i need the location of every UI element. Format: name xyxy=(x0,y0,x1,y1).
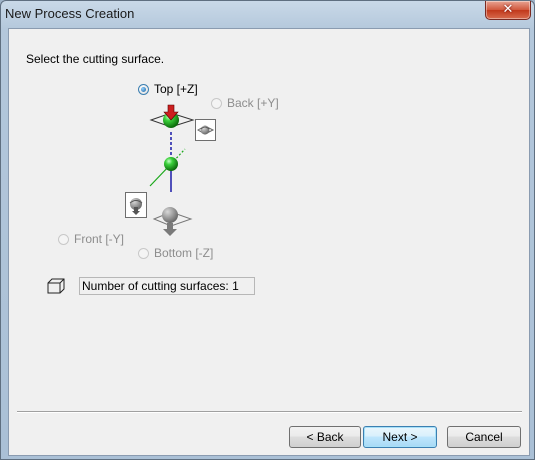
front-surface-icon xyxy=(125,192,147,218)
bottom-radio-dot[interactable] xyxy=(138,247,149,259)
front-surface-label: Front [-Y] xyxy=(74,232,125,246)
back-surface-radio[interactable]: Back [+Y] xyxy=(211,96,279,110)
title-bar[interactable]: New Process Creation ✕ xyxy=(1,1,534,27)
front-radio-dot[interactable] xyxy=(58,233,69,245)
dialog-window: New Process Creation ✕ Select the cuttin… xyxy=(0,0,535,460)
bottom-surface-radio[interactable]: Bottom [-Z] xyxy=(138,246,213,260)
top-surface-label: Top [+Z] xyxy=(154,82,198,96)
bottom-surface-label: Bottom [-Z] xyxy=(154,246,214,260)
separator xyxy=(17,411,522,413)
top-surface-radio[interactable]: Top [+Z] xyxy=(138,82,198,96)
dialog-content: Select the cutting surface. Top [+Z] Bac… xyxy=(8,28,530,456)
back-surface-label: Back [+Y] xyxy=(227,96,279,110)
close-button[interactable]: ✕ xyxy=(485,1,531,20)
back-radio-dot[interactable] xyxy=(211,97,222,109)
origin-sphere-icon xyxy=(164,157,178,171)
next-button[interactable]: Next > xyxy=(363,426,437,448)
top-radio-dot[interactable] xyxy=(138,83,149,95)
cube-outline-icon xyxy=(47,278,65,294)
top-surface-icon xyxy=(149,104,195,128)
window-title: New Process Creation xyxy=(5,6,135,21)
front-surface-radio[interactable]: Front [-Y] xyxy=(58,232,124,246)
surface-orientation-diagram xyxy=(149,104,195,236)
close-icon: ✕ xyxy=(502,2,514,17)
cancel-button[interactable]: Cancel xyxy=(447,426,521,448)
bottom-surface-icon xyxy=(152,207,193,236)
back-button[interactable]: < Back xyxy=(289,426,361,448)
cutting-surface-count-field: Number of cutting surfaces: 1 xyxy=(79,277,255,295)
back-surface-icon xyxy=(195,119,216,141)
